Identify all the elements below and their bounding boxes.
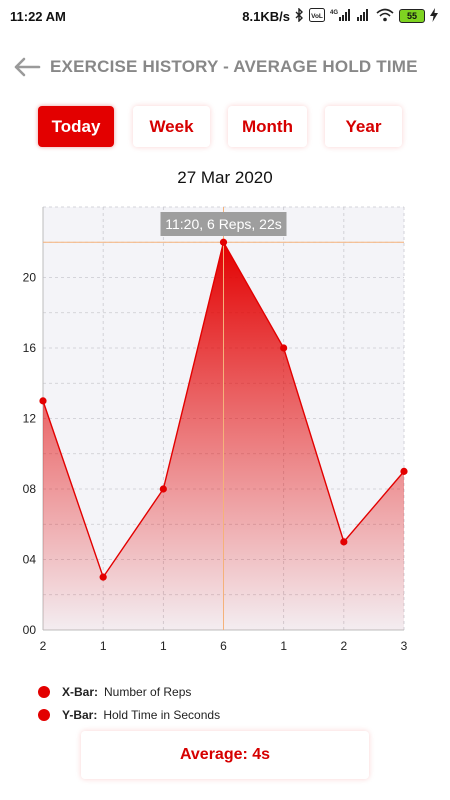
x-tick-label: 1 bbox=[100, 639, 107, 653]
x-tick-label: 1 bbox=[160, 639, 167, 653]
signal-4g-icon: 4G bbox=[330, 8, 352, 25]
y-tick-label: 16 bbox=[23, 341, 37, 355]
tab-year[interactable]: Year bbox=[325, 106, 402, 147]
tab-week[interactable]: Week bbox=[133, 106, 210, 147]
y-tick-label: 04 bbox=[23, 553, 37, 567]
tab-today[interactable]: Today bbox=[38, 106, 114, 147]
y-tick-label: 20 bbox=[23, 271, 37, 285]
data-point bbox=[99, 573, 107, 581]
hold-time-chart[interactable]: 00 04 08 12 16 20 2 1 1 6 1 2 3 11:20, 6 Reps, 22s bbox=[0, 200, 450, 660]
bluetooth-icon bbox=[295, 6, 304, 25]
y-tick-label: 12 bbox=[23, 412, 37, 426]
header: EXERCISE HISTORY - AVERAGE HOLD TIME bbox=[0, 52, 450, 82]
network-label: 4G bbox=[330, 10, 338, 16]
legend-dot-icon bbox=[38, 708, 50, 721]
x-tick-label: 2 bbox=[340, 639, 347, 653]
x-tick-label: 1 bbox=[280, 639, 287, 653]
legend-dot-icon bbox=[38, 685, 50, 698]
data-point bbox=[39, 397, 47, 405]
page-title: EXERCISE HISTORY - AVERAGE HOLD TIME bbox=[50, 57, 418, 76]
tab-month[interactable]: Month bbox=[228, 106, 307, 147]
charging-icon bbox=[430, 7, 438, 25]
svg-text:VoL: VoL bbox=[311, 13, 323, 20]
back-button[interactable] bbox=[12, 54, 42, 80]
net-speed: 8.1KB/s bbox=[242, 8, 290, 24]
wifi-icon bbox=[376, 8, 394, 25]
data-point bbox=[280, 344, 288, 352]
period-tabs: Today Week Month Year bbox=[0, 106, 450, 148]
legend-value: Number of Reps bbox=[104, 684, 192, 699]
battery-icon: 55 bbox=[399, 9, 425, 23]
y-tick-label: 00 bbox=[23, 623, 37, 637]
data-point bbox=[400, 467, 408, 475]
average-summary: Average: 4s bbox=[81, 731, 369, 779]
status-icons: 8.1KB/s VoL 4G 55 bbox=[242, 6, 438, 25]
arrow-left-icon bbox=[14, 57, 41, 77]
signal-icon bbox=[357, 8, 371, 25]
selected-date: 27 Mar 2020 bbox=[177, 168, 273, 187]
x-tick-label: 2 bbox=[40, 639, 47, 653]
status-bar: 11:22 AM 8.1KB/s VoL 4G 55 bbox=[0, 0, 450, 32]
chart-legend: X-Bar: Number of Reps Y-Bar: Hold Time i… bbox=[38, 680, 220, 726]
x-tick-label: 3 bbox=[401, 639, 408, 653]
legend-key: Y-Bar: bbox=[62, 707, 98, 722]
legend-key: X-Bar: bbox=[62, 684, 99, 699]
chart-svg[interactable]: 0004081216202 1 1 6 1 2 311:20, 6 Reps, 22s bbox=[0, 200, 450, 660]
legend-item-y: Y-Bar: Hold Time in Seconds bbox=[38, 703, 220, 726]
tooltip-label: 11:20, 6 Reps, 22s bbox=[165, 216, 281, 232]
x-tick-label: 6 bbox=[220, 639, 227, 653]
data-point bbox=[159, 485, 167, 493]
data-point bbox=[219, 238, 228, 246]
data-point bbox=[340, 538, 348, 546]
status-time: 11:22 AM bbox=[10, 8, 66, 24]
volte-icon: VoL bbox=[309, 7, 325, 25]
y-tick-label: 08 bbox=[23, 482, 37, 496]
legend-value: Hold Time in Seconds bbox=[103, 707, 221, 722]
legend-item-x: X-Bar: Number of Reps bbox=[38, 680, 220, 703]
